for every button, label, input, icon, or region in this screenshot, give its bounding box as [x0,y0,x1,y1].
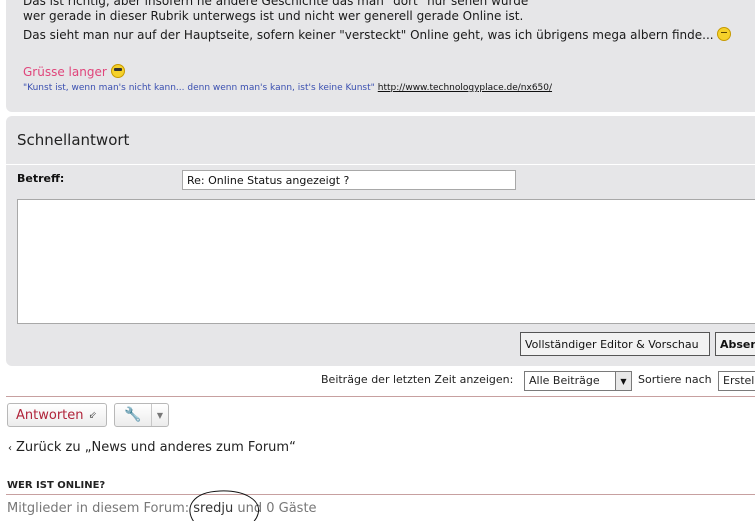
full-editor-button[interactable]: Vollständiger Editor & Vorschau [520,332,710,356]
signature-quote: "Kunst ist, wenn man's nicht kann... den… [23,83,553,93]
topic-filter-bar: Beiträge der letzten Zeit anzeigen: Alle… [0,371,755,393]
signature-link[interactable]: http://www.technologyplace.de/nx650/ [378,83,552,93]
send-button[interactable]: Absenden [715,332,755,356]
recent-posts-label: Beiträge der letzten Zeit anzeigen: [321,373,514,386]
who-is-online-heading: WER IST ONLINE? [7,480,106,491]
quick-reply-title: Schnellantwort [17,131,130,149]
reply-button[interactable]: Antworten ⇙ [7,403,107,427]
divider [6,164,755,165]
cool-smiley-icon [110,64,125,78]
back-to-forum-link[interactable]: ‹ Zurück zu „News und anderes zum Forum“ [8,440,296,455]
signature-greeting: Grüsse langer [23,64,125,79]
online-members-text: Mitglieder in diesem Forum: sredju und 0… [7,501,317,516]
quick-reply-panel: Schnellantwort Betreff: Vollständiger Ed… [6,116,755,366]
caret-down-icon[interactable]: ▼ [152,411,168,420]
sort-select[interactable]: Erstellungsdatum [718,371,755,391]
divider [6,494,755,495]
post-text-line: Das sieht man nur auf der Hauptseite, so… [23,27,732,42]
chevron-left-icon: ‹ [8,443,12,454]
post-body: Das ist richtig, aber insofern ne andere… [6,0,755,112]
tools-dropdown-button[interactable]: 🔧 ▼ [114,403,169,427]
subject-label: Betreff: [17,172,65,185]
subject-input[interactable] [182,170,516,190]
recent-posts-select[interactable]: Alle Beiträge ▼ [524,371,632,391]
post-text-line: Das ist richtig, aber insofern ne andere… [23,0,529,8]
sort-label: Sortiere nach [638,373,712,386]
smiley-icon [717,27,732,41]
reply-arrow-icon: ⇙ [88,409,97,421]
wrench-icon[interactable]: 🔧 [115,407,151,423]
divider [6,396,755,397]
post-text-line: wer gerade in dieser Rubrik unterwegs is… [23,9,524,23]
online-user-link[interactable]: sredju [193,501,233,516]
caret-down-icon[interactable]: ▼ [615,372,631,390]
message-textarea[interactable] [17,199,755,324]
